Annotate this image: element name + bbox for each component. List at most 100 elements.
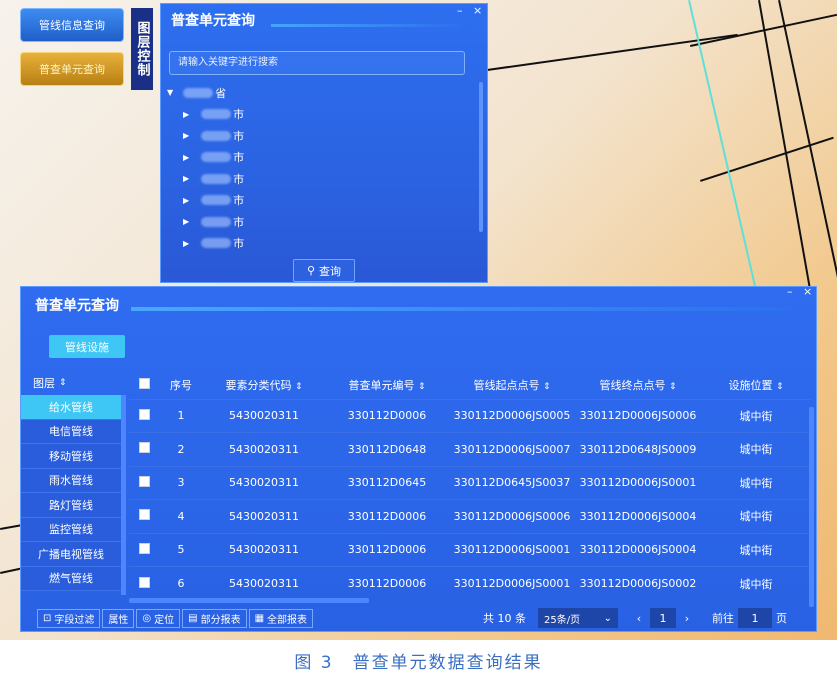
tree-node-label: 市 [233,172,245,186]
close-icon[interactable]: × [473,4,482,17]
table-cell: 5430020311 [203,532,325,567]
tree-node-child[interactable]: ▶ 市 [167,104,467,126]
redacted-name [201,216,232,227]
result-table: 序号 要素分类代码 ⇕ 普查单元编号 ⇕ 管线起点点号 ⇕ 管线终点点号 ⇕ 设… [129,371,811,600]
query-panel: 普查单元查询 – × 请输入关键字进行搜索 ▼ 省 ▶ 市 ▶ 市 ▶ 市 ▶ 市 ▶ 市… [160,3,488,283]
goto-label: 前往 [712,612,734,625]
column-header[interactable]: 设施位置 ⇕ [701,371,811,399]
column-header[interactable]: 要素分类代码 ⇕ [203,371,325,399]
row-checkbox[interactable] [129,432,159,466]
goto-page-input[interactable]: 1 [738,608,772,628]
census-unit-query-button[interactable]: 普查单元查询 [20,52,124,86]
select-all-checkbox[interactable] [129,371,159,399]
tree-node-child[interactable]: ▶ 市 [167,147,467,169]
sort-icon: ⇕ [542,381,551,392]
table-row[interactable]: 3 5430020311 330112D0645 330112D0645JS0037 3… [129,465,811,500]
report-icon: ▤ [188,612,198,624]
current-page[interactable]: 1 [650,608,676,628]
footer-toolbar: ⊡ 字段过滤 属性 ◎ 定位 ▤ 部分报表 ▦ 全部报表 [37,608,315,628]
minimize-icon[interactable]: – [787,285,793,298]
layer-item-mobile[interactable]: 移动管线 [21,444,121,469]
button-label: 字段过滤 [54,614,95,626]
page-size-select[interactable]: 25条/页 ⌄ [538,608,618,628]
locate-button[interactable]: ◎ 定位 [136,608,181,628]
table-cell: 城中街 [701,499,811,533]
table-cell: 330112D0006JS0007 [449,432,575,466]
layer-header[interactable]: 图层 ⇕ [21,371,121,395]
column-header-label: 管线起点点号 [473,378,540,392]
table-cell: 330112D0006 [325,532,449,567]
field-filter-button[interactable]: ⊡ 字段过滤 [37,608,101,628]
button-label: 属性 [108,614,129,626]
tree-node-child[interactable]: ▶ 市 [167,190,467,212]
table-cell: 330112D0006 [325,398,449,433]
table-row[interactable]: 6 5430020311 330112D0006 330112D0006JS0001 3… [129,566,811,600]
caret-right-icon: ▶ [183,195,190,205]
redacted-name [201,195,232,206]
layer-item-streetlight[interactable]: 路灯管线 [21,493,121,518]
table-row[interactable]: 1 5430020311 330112D0006 330112D0006JS0005 3… [129,398,811,433]
full-report-button[interactable]: ▦ 全部报表 [248,608,314,628]
close-icon[interactable]: × [803,285,812,298]
layer-item-broadcast-tv[interactable]: 广播电视管线 [21,542,121,567]
row-checkbox[interactable] [129,465,159,500]
column-header[interactable]: 管线起点点号 ⇕ [449,371,575,399]
minimize-icon[interactable]: – [457,4,463,17]
layer-item-gas[interactable]: 燃气管线 [21,566,121,591]
tree-node-child[interactable]: ▶ 市 [167,211,467,233]
tree-node-label: 省 [215,86,227,100]
tree-node-root[interactable]: ▼ 省 [167,82,467,104]
layer-list: 图层 ⇕ 给水管线 电信管线 移动管线 雨水管线 路灯管线 监控管线 广播电视管… [21,371,121,591]
attribute-button[interactable]: 属性 [102,608,135,628]
prev-page-icon[interactable]: ‹ [628,608,650,628]
table-cell: 3 [159,465,203,500]
layer-item-water-supply[interactable]: 给水管线 [21,395,121,420]
tree-node-label: 市 [233,108,245,122]
table-row[interactable]: 5 5430020311 330112D0006 330112D0006JS0001 3… [129,532,811,567]
tree-node-label: 市 [233,151,245,165]
column-header-label: 普查单元编号 [348,378,415,392]
tree-scrollbar[interactable] [479,82,483,232]
redacted-name [201,238,232,249]
table-cell: 330112D0645 [325,465,449,500]
next-page-icon[interactable]: › [676,608,698,628]
table-cell: 330112D0006JS0004 [575,532,701,567]
table-header-row: 序号 要素分类代码 ⇕ 普查单元编号 ⇕ 管线起点点号 ⇕ 管线终点点号 ⇕ 设… [129,371,811,399]
row-checkbox[interactable] [129,532,159,567]
tab-pipeline-facilities[interactable]: 管线设施 [49,335,125,358]
pipeline-info-query-button[interactable]: 管线信息查询 [20,8,124,42]
layer-control-button[interactable]: 图层控制 [131,8,153,90]
sort-icon: ⇕ [417,381,426,392]
table-cell: 330112D0006JS0004 [575,499,701,533]
column-header[interactable]: 管线终点点号 ⇕ [575,371,701,399]
layer-item-rainwater[interactable]: 雨水管线 [21,468,121,493]
tree-node-child[interactable]: ▶ 市 [167,233,467,255]
table-cell: 330112D0006JS0001 [449,532,575,567]
tree-node-label: 市 [233,194,245,208]
row-checkbox[interactable] [129,566,159,600]
table-body: 1 5430020311 330112D0006 330112D0006JS0005 3… [129,398,811,600]
tree-node-child[interactable]: ▶ 市 [167,168,467,190]
tree-node-label: 市 [233,237,245,251]
region-tree: ▼ 省 ▶ 市 ▶ 市 ▶ 市 ▶ 市 ▶ 市 ▶ 市 ▶ 市 [167,82,467,254]
layer-scrollbar[interactable] [121,395,126,595]
pagination: 共 10 条 25条/页 ⌄ ‹ 1 › 前往 1 页 [483,608,787,628]
partial-report-button[interactable]: ▤ 部分报表 [182,608,247,628]
query-button[interactable]: ⚲ 查询 [293,259,355,282]
layer-item-telecom[interactable]: 电信管线 [21,419,121,444]
row-checkbox[interactable] [129,499,159,533]
search-input[interactable]: 请输入关键字进行搜索 [169,51,465,75]
tree-node-child[interactable]: ▶ 市 [167,125,467,147]
table-scrollbar[interactable] [809,407,814,607]
column-header[interactable]: 普查单元编号 ⇕ [325,371,449,399]
table-cell: 5430020311 [203,566,325,600]
caret-down-icon: ▼ [167,88,174,98]
redacted-name [201,152,232,163]
table-row[interactable]: 2 5430020311 330112D0648 330112D0006JS0007 3… [129,432,811,466]
table-horizontal-scrollbar[interactable] [129,598,369,603]
table-row[interactable]: 4 5430020311 330112D0006 330112D0006JS0006 3… [129,499,811,533]
row-checkbox[interactable] [129,398,159,433]
page-size-value: 25条/页 [544,614,581,626]
layer-item-surveillance[interactable]: 监控管线 [21,517,121,542]
title-decoration [131,307,791,311]
